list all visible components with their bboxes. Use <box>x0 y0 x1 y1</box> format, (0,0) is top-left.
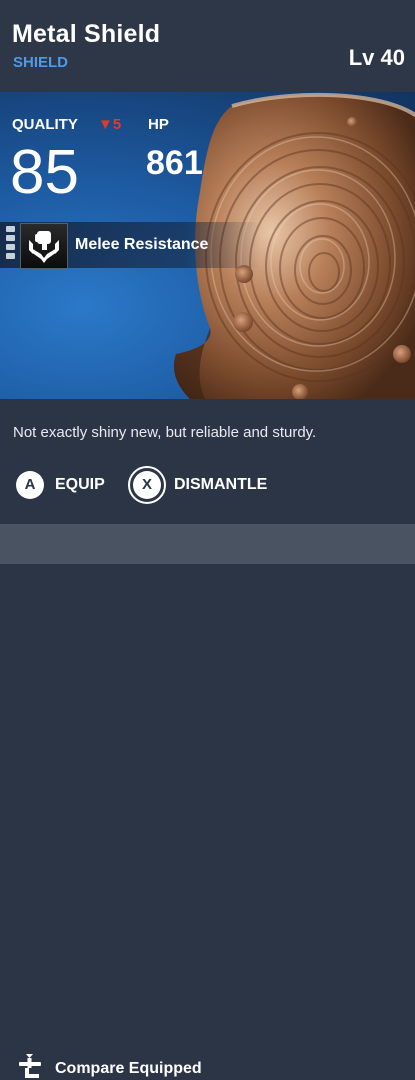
hp-value: 861 <box>146 144 203 182</box>
tier-bar <box>6 226 15 232</box>
tier-bar <box>6 244 15 250</box>
compare-equipped-label[interactable]: Compare Equipped <box>55 1060 202 1078</box>
hp-label: HP <box>148 116 169 133</box>
quality-value: 85 <box>10 138 79 207</box>
item-type: SHIELD <box>13 54 69 71</box>
tier-bar <box>6 235 15 241</box>
tier-bar <box>6 253 15 259</box>
compare-bar[interactable]: Compare Equipped <box>0 524 415 1078</box>
clenched-fist-emblem-icon <box>20 223 68 269</box>
item-level: Lv 40 <box>348 45 405 70</box>
quality-delta-value: 5 <box>112 116 122 133</box>
quality-delta: ▼5 <box>98 116 121 133</box>
perk-row: Melee Resistance <box>0 222 260 269</box>
a-button-icon[interactable]: A <box>16 471 44 499</box>
item-header: Metal Shield SHIELD Lv 40 <box>0 0 415 92</box>
equip-action[interactable]: EQUIP <box>55 476 105 494</box>
perk-name: Melee Resistance <box>75 236 209 253</box>
x-button-icon[interactable]: X <box>133 471 161 499</box>
down-arrow-icon: ▼ <box>98 116 113 133</box>
item-tooltip-card: Metal Shield SHIELD Lv 40 QUALITY ▼5 85 … <box>0 0 415 1078</box>
item-name: Metal Shield <box>12 20 161 48</box>
item-description: Not exactly shiny new, but reliable and … <box>13 424 317 441</box>
dismantle-action[interactable]: DISMANTLE <box>174 476 267 494</box>
perk-tier-indicator <box>6 226 16 262</box>
compare-icon <box>19 1054 41 1078</box>
quality-label: QUALITY <box>12 116 78 133</box>
